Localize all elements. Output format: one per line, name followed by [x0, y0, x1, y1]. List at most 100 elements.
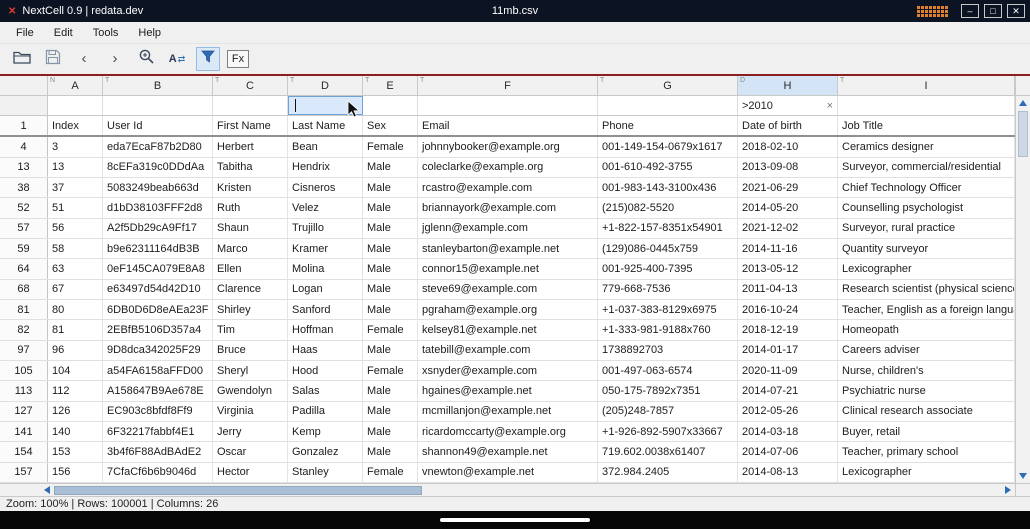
- column-header-B[interactable]: TB: [103, 76, 213, 95]
- scroll-up-arrow[interactable]: [1016, 96, 1030, 110]
- data-cell[interactable]: Male: [363, 198, 418, 218]
- data-cell[interactable]: Jerry: [213, 421, 288, 442]
- data-cell[interactable]: 3: [48, 137, 103, 157]
- row-number[interactable]: 38: [0, 177, 48, 198]
- horizontal-scrollbar[interactable]: [0, 483, 1030, 496]
- data-cell[interactable]: 2021-06-29: [738, 177, 838, 198]
- data-cell[interactable]: Haas: [288, 340, 363, 360]
- scroll-left-arrow[interactable]: [40, 486, 54, 494]
- data-cell[interactable]: (205)248-7857: [598, 401, 738, 421]
- data-cell[interactable]: 2016-10-24: [738, 299, 838, 320]
- data-cell[interactable]: Female: [363, 360, 418, 381]
- save-button[interactable]: [41, 47, 65, 71]
- data-cell[interactable]: pgraham@example.org: [418, 299, 598, 320]
- data-cell[interactable]: Male: [363, 381, 418, 401]
- scroll-down-arrow[interactable]: [1016, 469, 1030, 483]
- data-cell[interactable]: Job Title: [838, 116, 1015, 136]
- data-cell[interactable]: 2014-08-13: [738, 462, 838, 482]
- data-cell[interactable]: Clinical research associate: [838, 401, 1015, 421]
- data-cell[interactable]: Shirley: [213, 299, 288, 320]
- data-cell[interactable]: A158647B9Ae678E: [103, 381, 213, 401]
- row-number[interactable]: 13: [0, 157, 48, 177]
- vertical-scroll-track[interactable]: [1016, 158, 1030, 469]
- column-header-I[interactable]: TI: [838, 76, 1015, 95]
- data-cell[interactable]: steve69@example.com: [418, 279, 598, 299]
- data-cell[interactable]: Trujillo: [288, 218, 363, 238]
- data-cell[interactable]: 58: [48, 238, 103, 259]
- data-cell[interactable]: 9D8dca342025F29: [103, 340, 213, 360]
- row-number[interactable]: 157: [0, 462, 48, 482]
- find-replace-button[interactable]: A ⇄: [165, 47, 189, 71]
- data-cell[interactable]: 050-175-7892x7351: [598, 381, 738, 401]
- data-cell[interactable]: hgaines@example.net: [418, 381, 598, 401]
- data-cell[interactable]: eda7EcaF87b2D80: [103, 137, 213, 157]
- data-cell[interactable]: Ruth: [213, 198, 288, 218]
- data-cell[interactable]: Logan: [288, 279, 363, 299]
- close-button[interactable]: ✕: [1007, 4, 1025, 18]
- data-cell[interactable]: Bruce: [213, 340, 288, 360]
- filter-button[interactable]: [196, 47, 220, 71]
- row-number[interactable]: 57: [0, 218, 48, 238]
- data-cell[interactable]: Nurse, children's: [838, 360, 1015, 381]
- row-number[interactable]: 81: [0, 299, 48, 320]
- data-cell[interactable]: a54FA6158aFFD00: [103, 360, 213, 381]
- data-cell[interactable]: Male: [363, 340, 418, 360]
- data-cell[interactable]: shannon49@example.net: [418, 442, 598, 462]
- row-number[interactable]: 113: [0, 381, 48, 401]
- filter-cell-I[interactable]: [838, 96, 1015, 115]
- data-cell[interactable]: Velez: [288, 198, 363, 218]
- data-cell[interactable]: b9e62311164dB3B: [103, 238, 213, 259]
- data-cell[interactable]: 001-925-400-7395: [598, 259, 738, 279]
- clear-filter-button[interactable]: ×: [827, 100, 833, 112]
- data-cell[interactable]: 37: [48, 177, 103, 198]
- horizontal-scroll-thumb[interactable]: [54, 485, 422, 495]
- data-cell[interactable]: tatebill@example.com: [418, 340, 598, 360]
- data-cell[interactable]: Virginia: [213, 401, 288, 421]
- data-cell[interactable]: Clarence: [213, 279, 288, 299]
- column-header-H[interactable]: DH: [738, 76, 838, 95]
- data-cell[interactable]: 2018-02-10: [738, 137, 838, 157]
- data-cell[interactable]: 96: [48, 340, 103, 360]
- back-button[interactable]: ‹: [72, 47, 96, 71]
- data-cell[interactable]: 2013-09-08: [738, 157, 838, 177]
- column-header-D[interactable]: TD: [288, 76, 363, 95]
- data-cell[interactable]: 51: [48, 198, 103, 218]
- data-cell[interactable]: 2014-11-16: [738, 238, 838, 259]
- column-header-A[interactable]: NA: [48, 76, 103, 95]
- data-cell[interactable]: Teacher, primary school: [838, 442, 1015, 462]
- data-cell[interactable]: First Name: [213, 116, 288, 136]
- data-cell[interactable]: EC903c8bfdf8Ff9: [103, 401, 213, 421]
- data-cell[interactable]: 80: [48, 299, 103, 320]
- data-cell[interactable]: Male: [363, 401, 418, 421]
- data-cell[interactable]: Lexicographer: [838, 259, 1015, 279]
- data-cell[interactable]: Sheryl: [213, 360, 288, 381]
- data-cell[interactable]: Kristen: [213, 177, 288, 198]
- data-cell[interactable]: 001-610-492-3755: [598, 157, 738, 177]
- data-cell[interactable]: 2014-01-17: [738, 340, 838, 360]
- data-cell[interactable]: Sanford: [288, 299, 363, 320]
- select-all-corner[interactable]: [0, 76, 48, 95]
- formula-button[interactable]: Fx: [227, 50, 249, 68]
- data-cell[interactable]: Kramer: [288, 238, 363, 259]
- data-cell[interactable]: 6F32217fabbf4E1: [103, 421, 213, 442]
- data-cell[interactable]: Bean: [288, 137, 363, 157]
- data-cell[interactable]: 1738892703: [598, 340, 738, 360]
- data-cell[interactable]: 2014-03-18: [738, 421, 838, 442]
- data-cell[interactable]: Male: [363, 299, 418, 320]
- data-cell[interactable]: Male: [363, 157, 418, 177]
- data-cell[interactable]: Gonzalez: [288, 442, 363, 462]
- data-cell[interactable]: Ceramics designer: [838, 137, 1015, 157]
- data-cell[interactable]: Cisneros: [288, 177, 363, 198]
- data-cell[interactable]: Psychiatric nurse: [838, 381, 1015, 401]
- data-cell[interactable]: coleclarke@example.org: [418, 157, 598, 177]
- data-cell[interactable]: Stanley: [288, 462, 363, 482]
- filter-cell-B[interactable]: [103, 96, 213, 115]
- data-cell[interactable]: 2021-12-02: [738, 218, 838, 238]
- data-cell[interactable]: +1-333-981-9188x760: [598, 320, 738, 340]
- data-cell[interactable]: johnnybooker@example.org: [418, 137, 598, 157]
- data-cell[interactable]: 156: [48, 462, 103, 482]
- maximize-button[interactable]: □: [984, 4, 1002, 18]
- data-cell[interactable]: 81: [48, 320, 103, 340]
- zoom-search-button[interactable]: [134, 47, 158, 71]
- data-cell[interactable]: 140: [48, 421, 103, 442]
